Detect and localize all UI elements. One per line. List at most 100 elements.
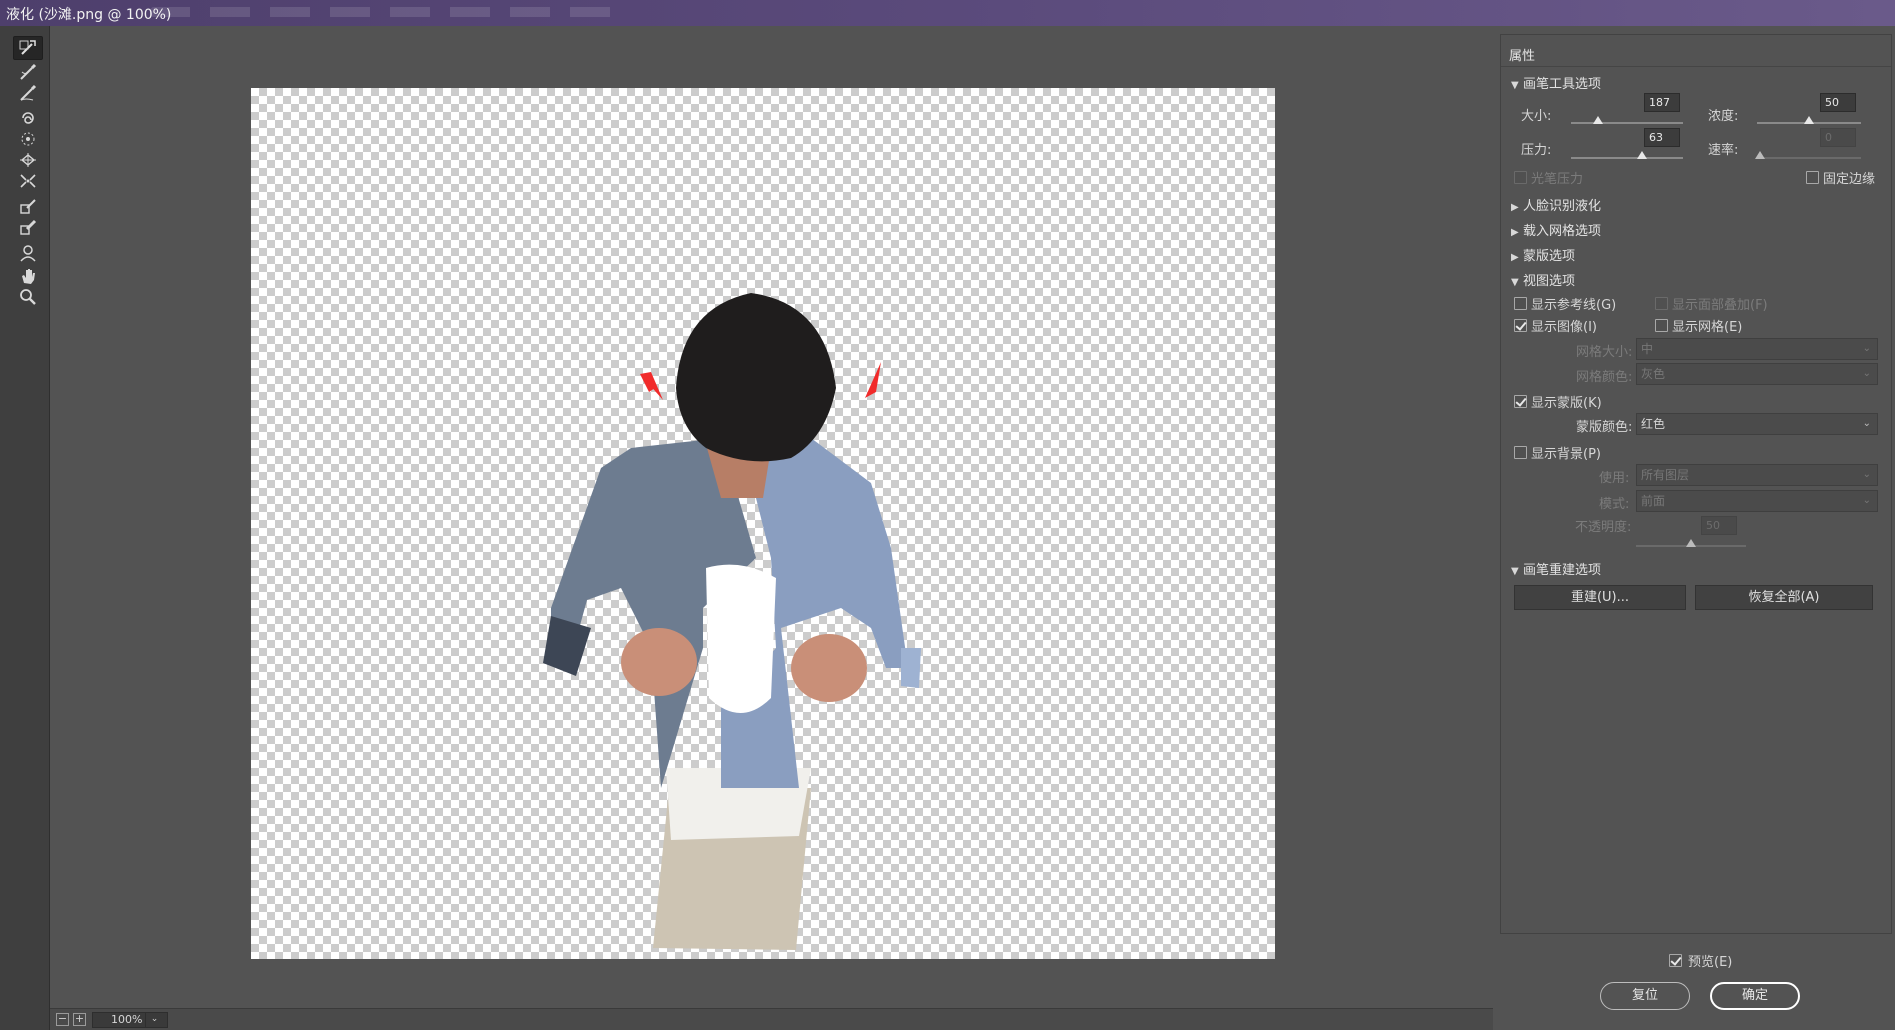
ok-button[interactable]: 确定 [1710, 982, 1800, 1010]
show-image-checkbox[interactable] [1514, 319, 1527, 332]
size-slider-knob[interactable] [1593, 116, 1603, 124]
tool-panel [0, 26, 50, 1030]
size-label: 大小: [1521, 109, 1552, 124]
show-mesh-checkbox[interactable] [1655, 319, 1668, 332]
show-mesh-label: 显示网格(E) [1672, 320, 1743, 335]
smooth-tool-icon[interactable] [13, 81, 43, 105]
right-cuff [901, 648, 921, 688]
stylus-pressure-label: 光笔压力 [1531, 172, 1584, 187]
show-backdrop-label: 显示背景(P) [1531, 447, 1601, 462]
left-cuff [543, 616, 591, 676]
pressure-slider[interactable] [1571, 151, 1683, 159]
title-bar: 液化 (沙滩.png @ 100%) [0, 0, 1895, 26]
triangle-right-icon: ▶ [1511, 227, 1519, 238]
left-hand [621, 628, 697, 696]
window-title: 液化 (沙滩.png @ 100%) [6, 7, 172, 23]
hair [676, 293, 836, 462]
opacity-label: 不透明度: [1575, 520, 1632, 535]
density-field[interactable]: 50 [1820, 93, 1856, 112]
show-guides-label: 显示参考线(G) [1531, 298, 1617, 313]
reset-button[interactable]: 复位 [1600, 982, 1690, 1010]
mesh-size-value: 中 [1641, 342, 1654, 356]
mesh-size-label: 网格大小: [1576, 345, 1633, 360]
size-field[interactable]: 187 [1644, 93, 1680, 112]
section-title: 画笔重建选项 [1523, 563, 1602, 578]
rate-slider[interactable] [1755, 151, 1861, 159]
opacity-field[interactable]: 50 [1701, 516, 1737, 535]
push-left-tool-icon[interactable] [13, 169, 43, 193]
show-face-overlay-checkbox[interactable] [1655, 297, 1668, 310]
density-label: 浓度: [1708, 109, 1739, 124]
load-mesh-options-header[interactable]: ▶ 载入网格选项 [1511, 220, 1601, 239]
mask-color-value: 红色 [1641, 417, 1666, 431]
face-aware-liquify-header[interactable]: ▶ 人脸识别液化 [1511, 195, 1601, 214]
mask-options-header[interactable]: ▶ 蒙版选项 [1511, 245, 1575, 264]
use-select[interactable]: 所有图层 ⌄ [1636, 464, 1878, 486]
show-mask-checkbox[interactable] [1514, 395, 1527, 408]
chevron-down-icon: ⌄ [1862, 469, 1871, 480]
density-slider-knob[interactable] [1804, 116, 1814, 124]
mesh-color-select[interactable]: 灰色 ⌄ [1636, 363, 1878, 385]
zoom-out-button[interactable]: − [56, 1013, 69, 1026]
properties-panel: 属性 ▼ 画笔工具选项 大小: 187 浓度: 50 压力: 63 速率: 0 光… [1500, 34, 1892, 934]
mesh-color-label: 网格颜色: [1576, 370, 1633, 385]
show-face-overlay-label: 显示面部叠加(F) [1672, 298, 1768, 313]
opacity-slider-knob[interactable] [1686, 539, 1696, 547]
section-title: 画笔工具选项 [1523, 77, 1602, 92]
panel-title: 属性 [1501, 35, 1891, 67]
section-title: 载入网格选项 [1523, 224, 1602, 239]
face-tool-icon[interactable] [13, 241, 43, 265]
zoom-dropdown-icon[interactable]: ⌄ [145, 1012, 163, 1028]
mesh-size-select[interactable]: 中 ⌄ [1636, 338, 1878, 360]
show-backdrop-checkbox[interactable] [1514, 446, 1527, 459]
forward-warp-tool-icon[interactable] [13, 36, 43, 60]
use-value: 所有图层 [1641, 468, 1690, 482]
rate-slider-knob[interactable] [1755, 151, 1765, 159]
image-canvas[interactable] [251, 88, 1275, 959]
size-slider[interactable] [1571, 116, 1683, 124]
pressure-label: 压力: [1521, 143, 1552, 158]
pressure-field[interactable]: 63 [1644, 128, 1680, 147]
shirt-hole [706, 564, 776, 713]
triangle-down-icon: ▼ [1511, 277, 1519, 288]
mode-label: 模式: [1599, 497, 1630, 512]
mode-select[interactable]: 前面 ⌄ [1636, 490, 1878, 512]
brush-tool-options-header[interactable]: ▼ 画笔工具选项 [1511, 73, 1601, 92]
restore-all-button[interactable]: 恢复全部(A) [1695, 585, 1873, 610]
zoom-tool-icon[interactable] [13, 285, 43, 309]
pin-edges-label: 固定边缘 [1823, 172, 1876, 187]
mask-color-select[interactable]: 红色 ⌄ [1636, 413, 1878, 435]
rate-label: 速率: [1708, 143, 1739, 158]
menu-bar-blurred [150, 7, 630, 17]
right-red-arrow [865, 362, 881, 398]
mode-value: 前面 [1641, 494, 1666, 508]
section-title: 视图选项 [1523, 274, 1576, 289]
triangle-right-icon: ▶ [1511, 202, 1519, 213]
reconstruct-button[interactable]: 重建(U)... [1514, 585, 1686, 610]
brush-reconstruct-options-header[interactable]: ▼ 画笔重建选项 [1511, 559, 1601, 578]
show-guides-checkbox[interactable] [1514, 297, 1527, 310]
preview-checkbox[interactable] [1669, 954, 1682, 967]
pressure-slider-knob[interactable] [1637, 151, 1647, 159]
thaw-mask-tool-icon[interactable] [13, 216, 43, 240]
chevron-down-icon: ⌄ [1862, 418, 1871, 429]
opacity-slider[interactable] [1636, 539, 1746, 547]
triangle-right-icon: ▶ [1511, 252, 1519, 263]
view-options-header[interactable]: ▼ 视图选项 [1511, 270, 1575, 289]
status-bar: − + 100% ⌄ [50, 1008, 1493, 1030]
chevron-down-icon: ⌄ [1862, 368, 1871, 379]
pin-edges-checkbox[interactable] [1806, 171, 1819, 184]
show-image-label: 显示图像(I) [1531, 320, 1597, 335]
right-hand [791, 634, 867, 702]
rate-field[interactable]: 0 [1820, 128, 1856, 147]
stylus-pressure-checkbox[interactable] [1514, 171, 1527, 184]
zoom-in-button[interactable]: + [73, 1013, 86, 1026]
section-title: 蒙版选项 [1523, 249, 1576, 264]
preview-label: 预览(E) [1688, 955, 1733, 970]
density-slider[interactable] [1757, 116, 1861, 124]
mesh-color-value: 灰色 [1641, 367, 1666, 381]
mask-color-label: 蒙版颜色: [1576, 420, 1633, 435]
triangle-down-icon: ▼ [1511, 566, 1519, 577]
person-image [543, 293, 921, 950]
show-mask-label: 显示蒙版(K) [1531, 396, 1602, 411]
